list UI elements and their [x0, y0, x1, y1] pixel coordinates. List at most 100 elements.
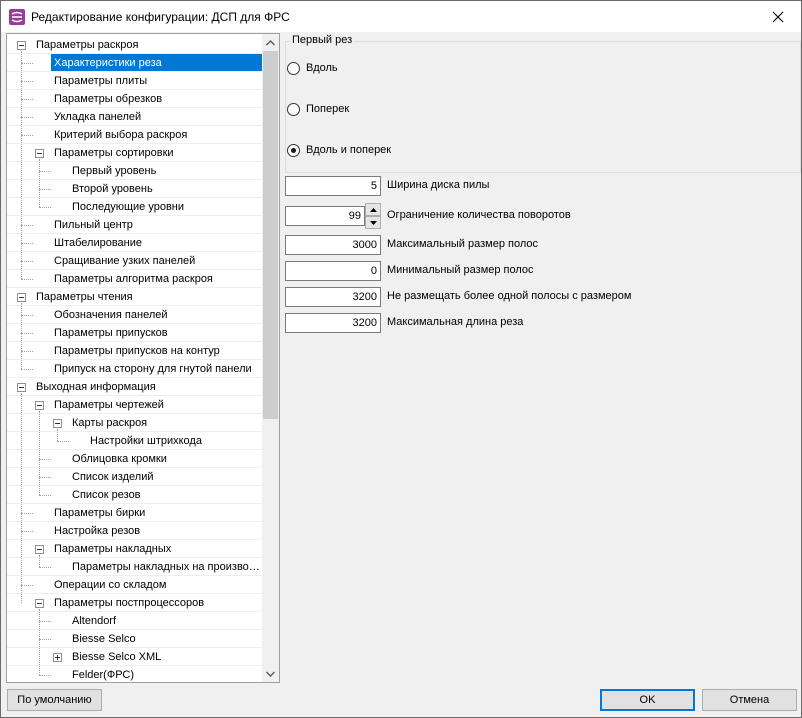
collapse-icon[interactable] [17, 293, 26, 302]
single-strip-size-label: Не размещать более одной полосы с размер… [387, 290, 632, 302]
tree-item[interactable]: Параметры плиты [7, 72, 263, 90]
tree-item[interactable]: Характеристики реза [7, 54, 263, 72]
tree-item-label: Выходная информация [36, 381, 156, 393]
tree-item[interactable]: Второй уровень [7, 180, 263, 198]
tree-item-label: Параметры обрезков [54, 93, 163, 105]
tree-item[interactable]: Сращивание узких панелей [7, 252, 263, 270]
cancel-button[interactable]: Отмена [702, 689, 797, 711]
tree-item[interactable]: Критерий выбора раскроя [7, 126, 263, 144]
tree-item[interactable]: Настройка резов [7, 522, 263, 540]
tree-item[interactable]: Карты раскроя [7, 414, 263, 432]
saw-blade-width-input[interactable]: 5 [285, 176, 381, 196]
scroll-thumb[interactable] [263, 51, 278, 419]
tree-item-label: Обозначения панелей [54, 309, 168, 321]
tree-connector [21, 81, 33, 82]
collapse-icon[interactable] [53, 419, 62, 428]
tree-item[interactable]: Biesse Selco XML [7, 648, 263, 666]
tree-item[interactable]: Параметры раскроя [7, 36, 263, 54]
tree-guide-line [39, 159, 40, 207]
config-dialog: Редактирование конфигурации: ДСП для ФРС… [0, 0, 802, 718]
chevron-up-icon [266, 39, 275, 46]
tree-item-label: Первый уровень [72, 165, 157, 177]
tree-connector [21, 369, 33, 370]
min-strip-size-input[interactable]: 0 [285, 261, 381, 281]
collapse-icon[interactable] [17, 41, 26, 50]
tree-item[interactable]: Параметры чертежей [7, 396, 263, 414]
tree-item[interactable]: Первый уровень [7, 162, 263, 180]
expand-icon[interactable] [53, 653, 62, 662]
scroll-down-button[interactable] [262, 665, 279, 682]
collapse-icon[interactable] [35, 545, 44, 554]
tree-item[interactable]: Параметры алгоритма раскроя [7, 270, 263, 288]
tree-guide-line [57, 429, 58, 441]
tree-item[interactable]: Параметры накладных [7, 540, 263, 558]
tree-item-label: Параметры раскроя [36, 39, 139, 51]
saw-blade-width-label: Ширина диска пилы [387, 179, 490, 191]
arrow-up-icon [369, 207, 377, 212]
radio-along-indicator[interactable] [287, 61, 300, 75]
tree-item[interactable]: Felder(ФРС) [7, 666, 263, 682]
collapse-icon[interactable] [35, 149, 44, 158]
tree-item[interactable]: Параметры накладных на произво… [7, 558, 263, 576]
tree-item[interactable]: Выходная информация [7, 378, 263, 396]
tree-connector [21, 99, 33, 100]
tree-item-label: Параметры постпроцессоров [54, 597, 205, 609]
tree-item-label: Параметры чтения [36, 291, 133, 303]
rotation-limit-stepper[interactable] [365, 203, 381, 229]
scroll-up-button[interactable] [262, 34, 279, 51]
tree-item-label: Список резов [72, 489, 141, 501]
tree-item[interactable]: Припуск на сторону для гнутой панели [7, 360, 263, 378]
tree-scrollbar[interactable] [262, 34, 279, 682]
tree-item[interactable]: Штабелирование [7, 234, 263, 252]
tree-item[interactable]: Biesse Selco [7, 630, 263, 648]
tree-item[interactable]: Укладка панелей [7, 108, 263, 126]
tree-item-label: Параметры накладных [54, 543, 172, 555]
max-cut-length-label: Максимальная длина реза [387, 316, 524, 328]
tree-connector [39, 639, 51, 640]
tree-item[interactable]: Пильный центр [7, 216, 263, 234]
collapse-icon[interactable] [35, 401, 44, 410]
radio-across[interactable]: Поперек [287, 101, 349, 117]
tree-item[interactable]: Список изделий [7, 468, 263, 486]
tree-item[interactable]: Список резов [7, 486, 263, 504]
stepper-up-button[interactable] [365, 203, 381, 216]
radio-along-and-across-indicator[interactable] [287, 143, 300, 157]
tree-item[interactable]: Параметры припусков [7, 324, 263, 342]
tree-item-label: Припуск на сторону для гнутой панели [54, 363, 252, 375]
tree-item[interactable]: Обозначения панелей [7, 306, 263, 324]
max-cut-length-input[interactable]: 3200 [285, 313, 381, 333]
rotation-limit-input[interactable]: 99 [285, 206, 365, 226]
collapse-icon[interactable] [35, 599, 44, 608]
tree-connector [39, 171, 51, 172]
tree-item[interactable]: Параметры чтения [7, 288, 263, 306]
tree-item[interactable]: Последующие уровни [7, 198, 263, 216]
collapse-icon[interactable] [17, 383, 26, 392]
radio-along-and-across[interactable]: Вдоль и поперек [287, 142, 391, 158]
tree-item[interactable]: Настройки штрихкода [7, 432, 263, 450]
tree-item-label: Параметры припусков на контур [54, 345, 220, 357]
tree-item[interactable]: Операции со складом [7, 576, 263, 594]
max-strip-size-input[interactable]: 3000 [285, 235, 381, 255]
defaults-button[interactable]: По умолчанию [7, 689, 102, 711]
tree-guide-line [39, 411, 40, 495]
tree-item[interactable]: Параметры припусков на контур [7, 342, 263, 360]
stepper-down-button[interactable] [365, 216, 381, 229]
tree-item[interactable]: Параметры сортировки [7, 144, 263, 162]
radio-along[interactable]: Вдоль [287, 60, 338, 76]
radio-across-label: Поперек [306, 103, 350, 115]
tree-item-label: Параметры плиты [54, 75, 148, 87]
tree-item-label: Felder(ФРС) [72, 669, 135, 681]
radio-along-label: Вдоль [306, 62, 338, 74]
tree-item[interactable]: Облицовка кромки [7, 450, 263, 468]
tree-item-label: Altendorf [72, 615, 117, 627]
radio-across-indicator[interactable] [287, 102, 300, 116]
ok-button[interactable]: OK [600, 689, 695, 711]
close-button[interactable] [755, 1, 801, 32]
single-strip-size-input[interactable]: 3200 [285, 287, 381, 307]
tree-item-label: Параметры накладных на произво… [72, 561, 260, 573]
tree-item[interactable]: Параметры обрезков [7, 90, 263, 108]
tree-item[interactable]: Altendorf [7, 612, 263, 630]
tree-item[interactable]: Параметры бирки [7, 504, 263, 522]
tree-item[interactable]: Параметры постпроцессоров [7, 594, 263, 612]
settings-tree[interactable]: Параметры раскроя Характеристики реза Пара… [6, 33, 280, 683]
